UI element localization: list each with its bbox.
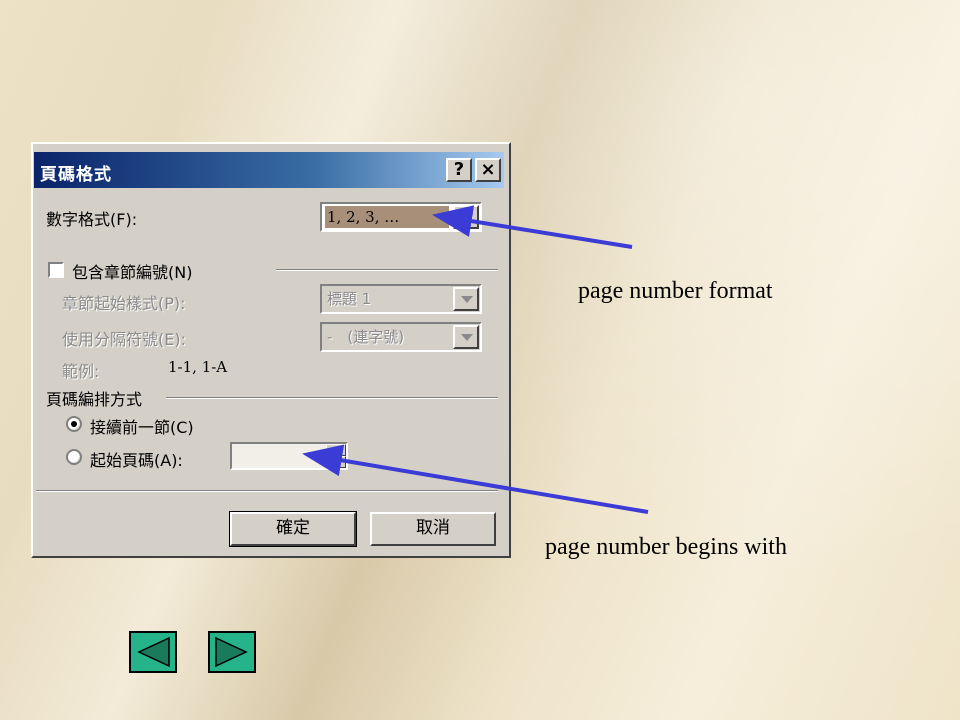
chapter-style-select[interactable]: 標題 1 bbox=[320, 284, 482, 314]
dialog-title: 頁碼格式 bbox=[40, 165, 112, 185]
continue-label: 接續前一節(C) bbox=[90, 418, 194, 437]
start-at-input[interactable] bbox=[230, 442, 348, 470]
page-number-format-dialog: 頁碼格式 ? × 數字格式(F): 1, 2, 3, … 包含章節編號(N) 章… bbox=[34, 152, 504, 554]
continue-radio[interactable] bbox=[66, 416, 82, 432]
button-divider bbox=[36, 490, 498, 492]
chapter-style-dropdown-button[interactable] bbox=[453, 287, 479, 311]
chevron-down-icon bbox=[461, 214, 473, 221]
chevron-down-icon bbox=[461, 296, 473, 303]
numbering-group-label: 頁碼編排方式 bbox=[46, 390, 143, 409]
start-at-spinner[interactable] bbox=[326, 444, 346, 468]
example-value: 1-1, 1-A bbox=[168, 358, 228, 376]
arrow-down-icon bbox=[332, 460, 340, 464]
arrow-up-icon bbox=[332, 448, 340, 452]
separator-label: 使用分隔符號(E): bbox=[62, 330, 186, 349]
separator-dropdown-button[interactable] bbox=[453, 325, 479, 349]
group-divider bbox=[166, 397, 498, 399]
spin-down-button[interactable] bbox=[326, 456, 346, 468]
include-chapter-checkbox[interactable] bbox=[48, 262, 64, 278]
chapter-style-value: 標題 1 bbox=[327, 290, 372, 308]
previous-slide-button[interactable] bbox=[129, 631, 177, 673]
cancel-button[interactable]: 取消 bbox=[370, 512, 496, 546]
number-format-select[interactable]: 1, 2, 3, … bbox=[320, 202, 482, 232]
right-triangle-icon bbox=[215, 636, 248, 668]
ok-button[interactable]: 確定 bbox=[229, 511, 357, 547]
chapter-style-label: 章節起始樣式(P): bbox=[62, 294, 186, 313]
left-triangle-icon bbox=[137, 636, 170, 668]
start-at-radio[interactable] bbox=[66, 449, 82, 465]
group-divider bbox=[276, 269, 498, 271]
start-at-label: 起始頁碼(A): bbox=[90, 451, 183, 470]
dialog-titlebar[interactable]: 頁碼格式 ? × bbox=[34, 152, 504, 188]
format-annotation: page number format bbox=[578, 278, 773, 304]
close-button[interactable]: × bbox=[475, 158, 501, 182]
include-chapter-label: 包含章節編號(N) bbox=[72, 263, 193, 282]
next-slide-button[interactable] bbox=[208, 631, 256, 673]
number-format-label: 數字格式(F): bbox=[46, 210, 138, 229]
number-format-value: 1, 2, 3, … bbox=[325, 206, 449, 228]
separator-select[interactable]: - (連字號) bbox=[320, 322, 482, 352]
number-format-dropdown-button[interactable] bbox=[453, 205, 479, 229]
radio-selected-dot bbox=[71, 421, 77, 427]
begins-annotation: page number begins with bbox=[545, 534, 787, 560]
chevron-down-icon bbox=[461, 334, 473, 341]
separator-value: - (連字號) bbox=[327, 328, 405, 346]
example-label: 範例: bbox=[62, 362, 100, 381]
help-button[interactable]: ? bbox=[446, 158, 472, 182]
spin-up-button[interactable] bbox=[326, 444, 346, 456]
